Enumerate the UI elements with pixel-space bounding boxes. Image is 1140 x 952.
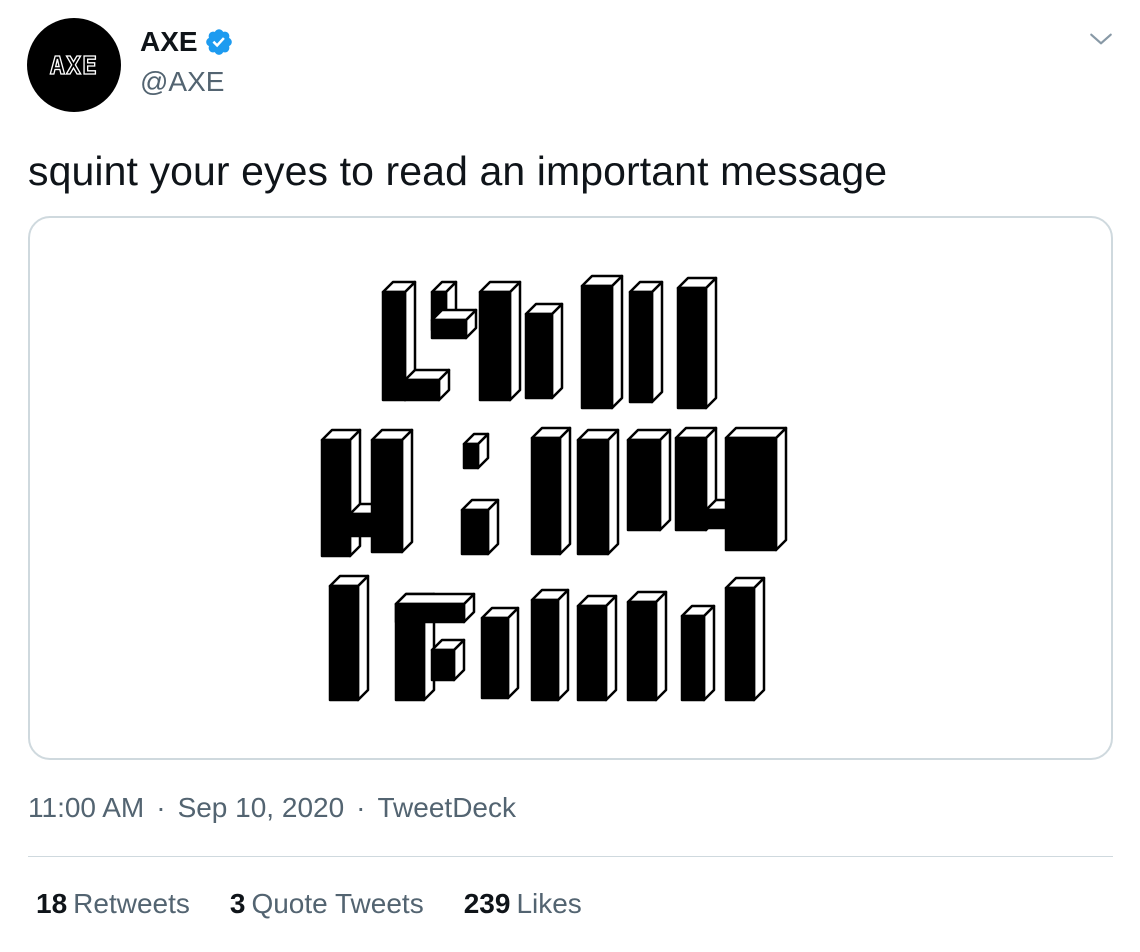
meta-separator: · [156,792,166,823]
retweets-count: 18 [36,888,68,919]
retweets-label: Retweets [73,888,190,919]
art-block-side [752,576,766,702]
art-block-side [604,594,618,702]
verified-badge-icon [205,29,232,55]
art-block-side [606,428,620,556]
quotes-label: Quote Tweets [251,888,424,919]
tweet-date[interactable]: Sep 10, 2020 [178,792,345,824]
art-block-top [394,592,476,606]
art-block-front [704,508,728,530]
art-block-front [626,600,658,702]
art-block-front [370,438,404,554]
art-block-front [524,312,554,400]
art-block-side [650,280,664,404]
avatar-logo: AXE [49,50,99,80]
art-block-side [556,588,570,702]
quote-tweets-stat[interactable]: 3 Quote Tweets [230,888,424,920]
meta-separator: · [356,792,366,823]
tweet-media-image[interactable] [28,216,1113,760]
squint-illusion-artwork [320,274,788,702]
tweet-time[interactable]: 11:00 AM [28,792,144,824]
tweet-stats: 18 Retweets 3 Quote Tweets 239 Likes [36,888,622,920]
art-block-front [478,290,512,402]
tweet-text: squint your eyes to read an important me… [28,148,888,194]
art-block-front [576,604,608,702]
avatar[interactable]: AXE [27,18,121,112]
likes-count: 239 [463,888,511,919]
author-name-row: AXE [140,26,234,58]
art-block-front [320,438,352,558]
art-block-front [430,648,456,682]
author-handle[interactable]: @AXE [140,66,234,98]
chevron-down-icon[interactable] [1088,26,1114,52]
art-block-side [550,302,564,400]
art-block-side [702,604,716,702]
art-block-side [774,426,788,552]
author-block: AXE @AXE [140,26,234,98]
art-block-front [381,290,407,402]
art-block-front [430,318,468,340]
divider [28,856,1113,857]
art-block-front [530,598,560,702]
art-block-front [480,616,510,700]
art-block-front [348,512,376,538]
likes-stat[interactable]: 239 Likes [464,888,582,920]
art-block-front [724,586,756,702]
art-block-side [400,428,414,554]
art-block-front [460,508,490,556]
author-display-name[interactable]: AXE [140,26,198,58]
art-block-front [724,436,778,552]
art-block-side [506,606,520,700]
tweet-meta: 11:00 AM · Sep 10, 2020 · TweetDeck [28,792,516,824]
art-block-front [403,378,441,402]
art-block-front [576,438,610,556]
art-block-front [580,284,614,410]
art-block-side [356,574,370,702]
retweets-stat[interactable]: 18 Retweets [36,888,190,920]
art-block-top [724,426,788,440]
art-block-front [626,438,662,532]
likes-label: Likes [516,888,582,919]
art-block-front [676,286,708,410]
tweet-source[interactable]: TweetDeck [377,792,516,824]
art-block-front [328,584,360,702]
quotes-count: 3 [229,888,246,919]
art-block-front [680,614,706,702]
art-block-side [704,276,718,410]
art-block-front [462,442,480,470]
art-block-front [674,436,708,532]
art-block-side [610,274,624,410]
art-block-side [508,280,522,402]
art-block-front [628,290,654,404]
art-block-side [658,428,672,532]
art-block-front [394,602,466,624]
art-block-side [558,426,572,556]
art-block-front [530,436,562,556]
art-block-side [654,590,668,702]
